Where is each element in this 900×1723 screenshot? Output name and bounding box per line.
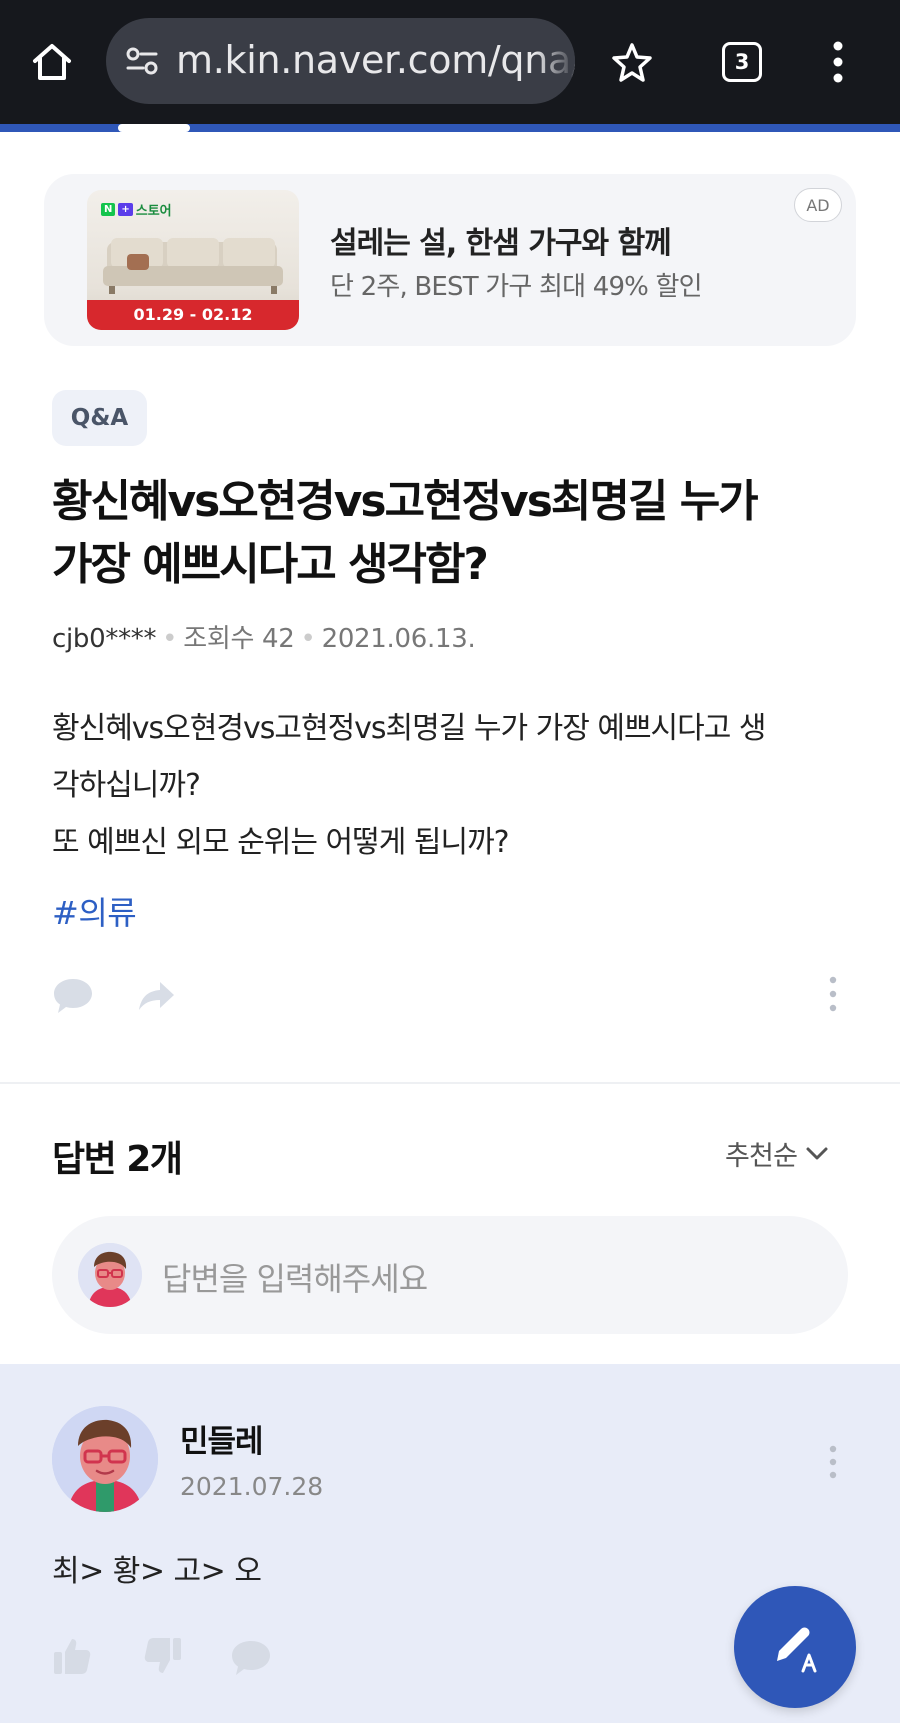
write-answer-button[interactable] [734,1586,856,1708]
question-body: 황신혜vs오현경vs고현정vs최명길 누가 가장 예쁘시다고 생 각하십니까? … [52,700,852,871]
answer-input-placeholder[interactable]: 답변을 입력해주세요 [162,1254,428,1300]
answers-count-title: 답변 2개 [52,1139,183,1180]
comment-icon[interactable] [52,976,94,1020]
question-body-line: 황신혜vs오현경vs고현정vs최명길 누가 가장 예쁘시다고 생 [52,711,767,746]
question-views: 조회수 42 [183,624,295,654]
ad-subtitle[interactable]: 단 2주, BEST 가구 최대 49% 할인 [330,266,703,303]
chevron-down-icon [806,1147,828,1159]
share-icon[interactable] [136,978,176,1018]
answer-date: 2021.07.28 [180,1472,324,1501]
ad-thumbnail[interactable]: N + 스토어 01.29 - 02.12 [87,190,299,330]
bottom-sheet-handle [118,124,190,132]
qa-category-tag[interactable]: Q&A [52,390,147,446]
tabs-icon[interactable]: 3 [722,42,762,82]
url-text[interactable]: m.kin.naver.com/qna/d [176,38,575,82]
user-avatar [78,1243,142,1307]
address-bar[interactable]: m.kin.naver.com/qna/d [106,18,575,104]
question-author[interactable]: cjb0**** [52,624,156,654]
ad-banner[interactable]: N + 스토어 01.29 - 02.12 설레는 설, 한샘 가구와 함께 단 2… [44,174,856,346]
sort-dropdown[interactable]: 추천순 [725,1134,829,1173]
question-body-line: 또 예쁘신 외모 순위는 어떻게 됩니까? [52,825,510,860]
question-hashtag[interactable]: #의류 [52,888,137,934]
answerer-avatar[interactable] [52,1406,158,1512]
question-title-line1: 황신혜vs오현경vs고현정vs최명길 누가 [52,476,759,527]
site-info-icon[interactable] [124,43,160,79]
ad-date-strip: 01.29 - 02.12 [87,300,299,330]
meta-separator: • [300,624,316,654]
star-icon[interactable] [610,40,654,88]
question-meta: cjb0**** • 조회수 42 • 2021.06.13. [52,618,476,655]
browser-toolbar: m.kin.naver.com/qna/d 3 [0,0,900,124]
thumbs-up-icon[interactable] [52,1636,92,1680]
home-icon[interactable] [28,38,76,86]
ad-title[interactable]: 설레는 설, 한샘 가구와 함께 [330,218,672,262]
answer-input-field[interactable]: 답변을 입력해주세요 [52,1216,848,1334]
question-body-line: 각하십니까? [52,768,201,803]
question-title: 황신혜vs오현경vs고현정vs최명길 누가 가장 예쁘시다고 생각함? [52,470,862,596]
question-date: 2021.06.13. [321,624,476,654]
more-vert-icon[interactable] [828,974,838,1018]
answerer-name[interactable]: 민들레 [180,1416,264,1461]
pencil-icon [777,1627,817,1673]
question-title-line2: 가장 예쁘시다고 생각함? [52,539,489,590]
more-vert-icon[interactable] [830,40,846,84]
ad-badge[interactable]: AD [794,188,842,222]
sort-label: 추천순 [725,1141,798,1172]
meta-separator: • [162,624,178,654]
section-divider [0,1082,900,1084]
more-vert-icon[interactable] [828,1444,838,1484]
thumbs-down-icon[interactable] [143,1636,183,1680]
answer-text: 최> 황> 고> 오 [52,1554,262,1589]
url-fade [535,18,575,104]
question-actions [52,974,852,1024]
comment-icon[interactable] [230,1638,272,1682]
